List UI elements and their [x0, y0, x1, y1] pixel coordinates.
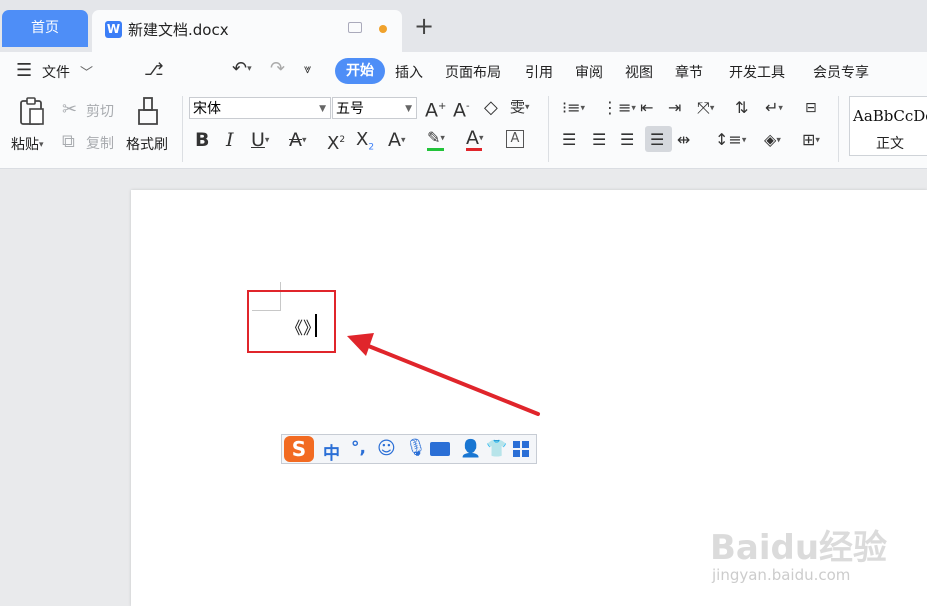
sogou-logo-icon[interactable]: S — [284, 436, 314, 462]
smiley-icon[interactable]: ☺ — [377, 438, 396, 459]
ime-punctuation-button[interactable]: °, — [351, 438, 366, 458]
annotation-arrow — [347, 333, 540, 416]
microphone-icon[interactable]: 🎙 — [405, 438, 427, 458]
baidu-watermark-logo: Baidu经验 — [710, 528, 888, 568]
toolbox-grid-icon[interactable] — [513, 441, 529, 457]
baidu-watermark-url: jingyan.baidu.com — [712, 566, 851, 584]
skin-shirt-icon[interactable]: 👕 — [486, 439, 507, 459]
ime-chinese-mode-button[interactable]: 中 — [323, 439, 340, 464]
user-icon[interactable]: 👤 — [460, 439, 481, 459]
ime-toolbar: S 中 °, ☺ 🎙 👤 👕 — [281, 434, 537, 464]
keyboard-icon[interactable] — [430, 442, 450, 456]
